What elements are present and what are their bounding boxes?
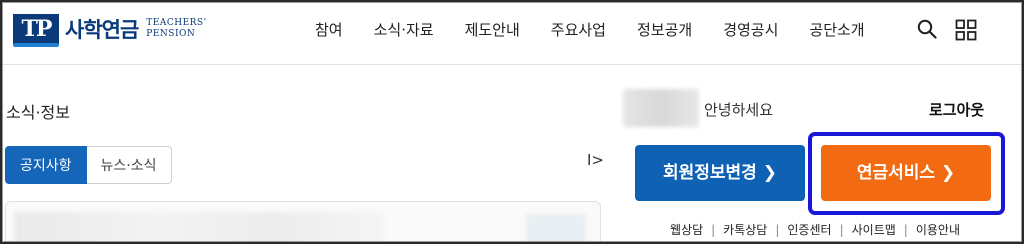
link-separator: |: [839, 222, 844, 237]
rolling-play-icon[interactable]: I>: [587, 151, 604, 169]
site-header: TP 사학연금 TEACHERS' PENSION 참여 소식·자료 제도안내 …: [3, 3, 1021, 65]
nav-item-major-projects[interactable]: 주요사업: [551, 19, 606, 40]
browser-viewport: TP 사학연금 TEACHERS' PENSION 참여 소식·자료 제도안내 …: [2, 2, 1022, 242]
link-separator: |: [775, 222, 780, 237]
grid-menu-icon[interactable]: [955, 19, 977, 45]
logout-link[interactable]: 로그아웃: [929, 99, 984, 120]
nav-item-system-guide[interactable]: 제도안내: [465, 19, 520, 40]
tab-notices[interactable]: 공지사항: [5, 146, 87, 184]
member-info-change-button[interactable]: 회원정보변경 ❯: [635, 145, 805, 201]
logo-swoosh: [13, 43, 59, 47]
highlight-box: [808, 132, 1005, 215]
link-sitemap[interactable]: 사이트맵: [852, 221, 896, 238]
quick-links: 웹상담 | 카톡상담 | 인증센터 | 사이트맵 | 이용안내: [670, 221, 960, 238]
nav-item-management-disclosure[interactable]: 경영공시: [723, 19, 778, 40]
link-usage-guide[interactable]: 이용안내: [916, 221, 960, 238]
nav-item-about[interactable]: 공단소개: [809, 19, 864, 40]
logo-english-line2: PENSION: [146, 29, 196, 39]
logo-english-name: TEACHERS' PENSION: [146, 18, 206, 40]
link-certificate-center[interactable]: 인증센터: [787, 221, 831, 238]
nav-item-participation[interactable]: 참여: [315, 19, 343, 40]
logo-mark: TP: [13, 14, 59, 47]
nav-item-news-resources[interactable]: 소식·자료: [374, 19, 434, 40]
link-kakao-consult[interactable]: 카톡상담: [723, 221, 767, 238]
blurred-notice-item[interactable]: [14, 212, 384, 241]
nav-item-info-disclosure[interactable]: 정보공개: [637, 19, 692, 40]
blurred-user-name: [623, 89, 699, 127]
logo-korean-name: 사학연금: [65, 18, 139, 42]
link-web-consult[interactable]: 웹상담: [670, 221, 703, 238]
site-logo[interactable]: TP 사학연금 TEACHERS' PENSION: [13, 12, 207, 47]
news-tabs: 공지사항 뉴스·소식: [5, 146, 172, 184]
tab-news[interactable]: 뉴스·소식: [86, 146, 172, 184]
notice-list: [5, 201, 601, 241]
logo-english-line1: TEACHERS': [146, 18, 207, 28]
link-separator: |: [903, 222, 908, 237]
greeting-text: 안녕하세요: [704, 101, 774, 119]
blurred-notice-date: [526, 214, 586, 241]
search-icon[interactable]: [917, 19, 937, 43]
news-section-title: 소식·정보: [6, 103, 70, 122]
main-nav: 참여 소식·자료 제도안내 주요사업 정보공개 경영공시 공단소개: [315, 19, 896, 40]
logo-mark-text: TP: [21, 16, 53, 42]
link-separator: |: [711, 222, 716, 237]
